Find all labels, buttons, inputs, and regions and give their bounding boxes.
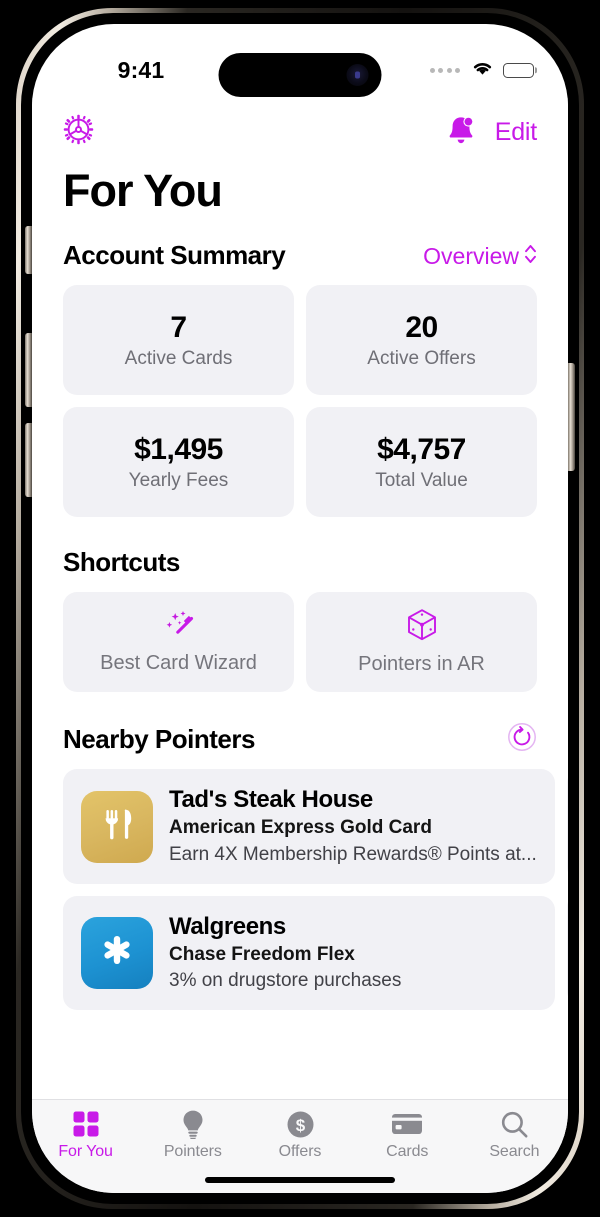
credit-card-icon <box>391 1109 423 1139</box>
stat-card-active-cards[interactable]: 7 Active Cards <box>63 285 294 396</box>
refresh-button[interactable] <box>507 722 537 757</box>
page-title: For You <box>63 165 223 216</box>
pointer-text: Walgreens Chase Freedom Flex 3% on drugs… <box>169 912 537 994</box>
tab-pointers[interactable]: Pointers <box>139 1109 246 1161</box>
ar-cube-icon <box>406 608 438 647</box>
main-content: Edit For You Account Summary Overview 7 … <box>32 98 568 1099</box>
stat-value: 20 <box>405 310 438 344</box>
overview-label: Overview <box>423 243 519 270</box>
pointer-name: Walgreens <box>169 912 286 940</box>
status-bar-time: 9:41 <box>117 56 165 83</box>
power-button[interactable] <box>568 363 575 471</box>
tab-label: Cards <box>386 1143 429 1160</box>
volume-up-button[interactable] <box>25 333 32 407</box>
volume-down-button[interactable] <box>25 423 32 497</box>
stat-card-total-value[interactable]: $4,757 Total Value <box>306 407 537 518</box>
tab-label: Search <box>489 1143 540 1160</box>
tab-for-you[interactable]: For You <box>32 1109 139 1161</box>
dynamic-island <box>218 53 382 97</box>
nearby-pointers-list[interactable]: Tad's Steak House American Express Gold … <box>32 769 568 1010</box>
battery-icon <box>503 62 537 78</box>
nearby-pointers-title: Nearby Pointers <box>63 724 255 755</box>
stat-card-active-offers[interactable]: 20 Active Offers <box>306 285 537 396</box>
settings-button[interactable] <box>63 114 94 150</box>
wifi-icon <box>470 59 495 82</box>
tab-label: For You <box>58 1143 113 1160</box>
pointer-detail: Earn 4X Membership Rewards® Points at... <box>169 843 537 865</box>
pointer-text: Tad's Steak House American Express Gold … <box>169 785 537 867</box>
pointer-card-name: American Express Gold Card <box>169 817 432 839</box>
stat-label: Active Cards <box>124 347 233 369</box>
shortcuts-grid: Best Card Wizard Pointers in AR <box>32 592 568 693</box>
signal-dots-icon <box>429 67 460 73</box>
pointer-detail: 3% on drugstore purchases <box>169 970 402 992</box>
front-camera-icon <box>346 64 369 86</box>
tab-label: Offers <box>278 1143 322 1160</box>
fork-knife-icon <box>100 806 134 847</box>
stat-value: $4,757 <box>377 432 466 466</box>
action-button[interactable] <box>25 226 32 274</box>
stat-label: Active Offers <box>367 347 476 369</box>
nav-bar: Edit <box>32 98 568 154</box>
stat-value: 7 <box>170 310 187 344</box>
home-indicator <box>205 1177 395 1183</box>
shortcut-best-card-wizard[interactable]: Best Card Wizard <box>63 592 294 693</box>
pointer-card-name: Chase Freedom Flex <box>169 943 355 965</box>
lightbulb-icon <box>179 1109 207 1139</box>
shortcut-label: Best Card Wizard <box>100 652 257 675</box>
nearby-pointers-column: Tad's Steak House American Express Gold … <box>63 769 555 1010</box>
stat-label: Total Value <box>375 469 468 491</box>
pointer-icon <box>81 790 153 863</box>
tab-search[interactable]: Search <box>461 1109 568 1161</box>
overview-selector[interactable]: Overview <box>423 243 537 270</box>
stat-card-yearly-fees[interactable]: $1,495 Yearly Fees <box>63 407 294 518</box>
pointer-card-walgreens[interactable]: Walgreens Chase Freedom Flex 3% on drugs… <box>63 895 555 1010</box>
phone-screen: 9:41 Edit For You Account Summary Overvi… <box>32 24 568 1193</box>
pointer-card-peek[interactable] <box>566 893 568 1006</box>
refresh-icon <box>507 722 537 757</box>
nearby-pointers-peek-column[interactable] <box>566 769 568 1009</box>
dollar-circle-icon: $ <box>286 1109 315 1139</box>
nearby-pointers-header: Nearby Pointers <box>32 722 568 757</box>
pointer-name: Tad's Steak House <box>169 786 373 814</box>
shortcuts-title: Shortcuts <box>63 547 180 578</box>
notifications-button[interactable] <box>445 114 477 151</box>
grid-squares-icon <box>71 1109 101 1139</box>
status-bar-indicators <box>429 59 537 82</box>
pointer-card-peek[interactable] <box>566 769 568 882</box>
shortcuts-header: Shortcuts <box>32 547 568 578</box>
tab-cards[interactable]: Cards <box>354 1109 461 1161</box>
magic-wand-icon <box>161 609 197 646</box>
gear-icon <box>63 114 94 150</box>
chevron-up-down-icon <box>524 243 537 270</box>
account-summary-title: Account Summary <box>63 240 286 271</box>
account-summary-header: Account Summary Overview <box>32 240 568 271</box>
phone-frame: 9:41 Edit For You Account Summary Overvi… <box>16 8 584 1209</box>
phone-bezel: 9:41 Edit For You Account Summary Overvi… <box>21 13 579 1204</box>
shortcut-label: Pointers in AR <box>358 653 485 676</box>
tab-offers[interactable]: $ Offers <box>246 1109 353 1161</box>
asterisk-icon <box>100 933 134 972</box>
magnifier-icon <box>500 1109 529 1139</box>
edit-button[interactable]: Edit <box>495 118 537 147</box>
pointer-icon <box>81 916 153 989</box>
account-summary-grid: 7 Active Cards 20 Active Offers $1,495 Y… <box>32 285 568 518</box>
shortcut-pointers-in-ar[interactable]: Pointers in AR <box>306 592 537 693</box>
bell-badge-icon <box>445 114 477 151</box>
stat-value: $1,495 <box>134 432 223 466</box>
stat-label: Yearly Fees <box>128 469 229 491</box>
tab-label: Pointers <box>163 1143 222 1160</box>
pointer-card-tads-steak-house[interactable]: Tad's Steak House American Express Gold … <box>63 769 555 884</box>
svg-text:$: $ <box>295 1116 305 1135</box>
